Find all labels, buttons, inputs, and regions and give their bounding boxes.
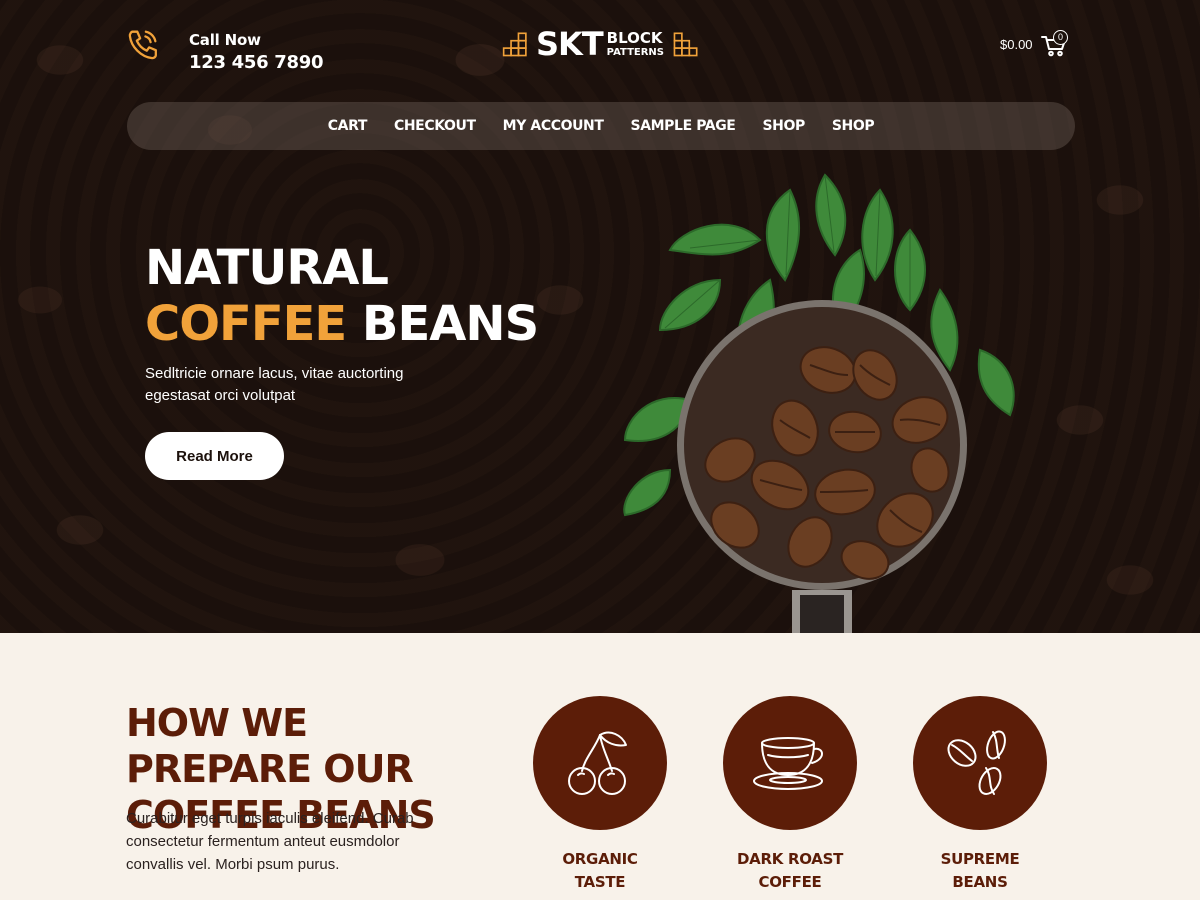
feature-label-line2: BEANS [952, 873, 1008, 891]
nav-item-checkout[interactable]: CHECKOUT [394, 118, 476, 134]
read-more-button[interactable]: Read More [145, 432, 284, 480]
coffee-scoop-image [623, 173, 1015, 633]
logo-sub-top: BLOCK [606, 28, 663, 47]
hero-title-line2: COFFEE BEANS [145, 296, 539, 352]
hero-title-line1: NATURAL [145, 240, 389, 296]
coffee-cup-icon [753, 737, 823, 790]
feature-supreme-beans[interactable]: SUPREME BEANS [912, 696, 1048, 894]
phone-number[interactable]: 123 456 7890 [189, 52, 323, 73]
nav-item-shop[interactable]: SHOP [762, 118, 805, 134]
main-nav: CART CHECKOUT MY ACCOUNT SAMPLE PAGE SHO… [127, 102, 1075, 150]
feature-circle [913, 696, 1047, 830]
prepare-description: Curabitur eget turpis iaculis eleifend. … [126, 810, 414, 873]
cart-count-badge: 0 [1053, 30, 1068, 45]
feature-label-line2: TASTE [574, 873, 626, 891]
feature-label-line2: COFFEE [758, 873, 822, 891]
feature-label: SUPREME BEANS [912, 848, 1048, 894]
nav-item-my-account[interactable]: MY ACCOUNT [503, 118, 604, 134]
feature-label-line1: DARK ROAST [737, 850, 843, 868]
phone-icon [128, 30, 157, 60]
feature-label-line1: ORGANIC [562, 850, 638, 868]
nav-item-shop-2[interactable]: SHOP [832, 118, 875, 134]
hero-title-accent: COFFEE [145, 296, 347, 352]
feature-organic-taste[interactable]: ORGANIC TASTE [532, 696, 668, 894]
hero-section: Call Now 123 456 7890 SKT BLOCK PATTERNS… [0, 0, 1200, 633]
feature-label: ORGANIC TASTE [532, 848, 668, 894]
nav-item-sample-page[interactable]: SAMPLE PAGE [631, 118, 736, 134]
logo-steps-left-icon [502, 32, 527, 57]
cherry-icon [568, 731, 627, 795]
feature-dark-roast[interactable]: DARK ROAST COFFEE [722, 696, 858, 894]
hero-description: Sedltricie ornare lacus, vitae auctortin… [145, 365, 404, 404]
hero-title-rest: BEANS [361, 296, 539, 352]
coffee-beans-icon [947, 730, 1006, 795]
feature-label-line1: SUPREME [940, 850, 1020, 868]
call-now-label: Call Now [189, 31, 261, 49]
logo-main-text: SKT [535, 25, 604, 63]
site-logo[interactable]: SKT BLOCK PATTERNS [502, 24, 700, 64]
feature-label: DARK ROAST COFFEE [722, 848, 858, 894]
feature-circle [533, 696, 667, 830]
cart-total[interactable]: $0.00 [1000, 37, 1033, 52]
feature-circle [723, 696, 857, 830]
logo-sub-bottom: PATTERNS [606, 46, 665, 58]
logo-steps-right-icon [673, 32, 698, 57]
nav-item-cart[interactable]: CART [328, 118, 368, 134]
